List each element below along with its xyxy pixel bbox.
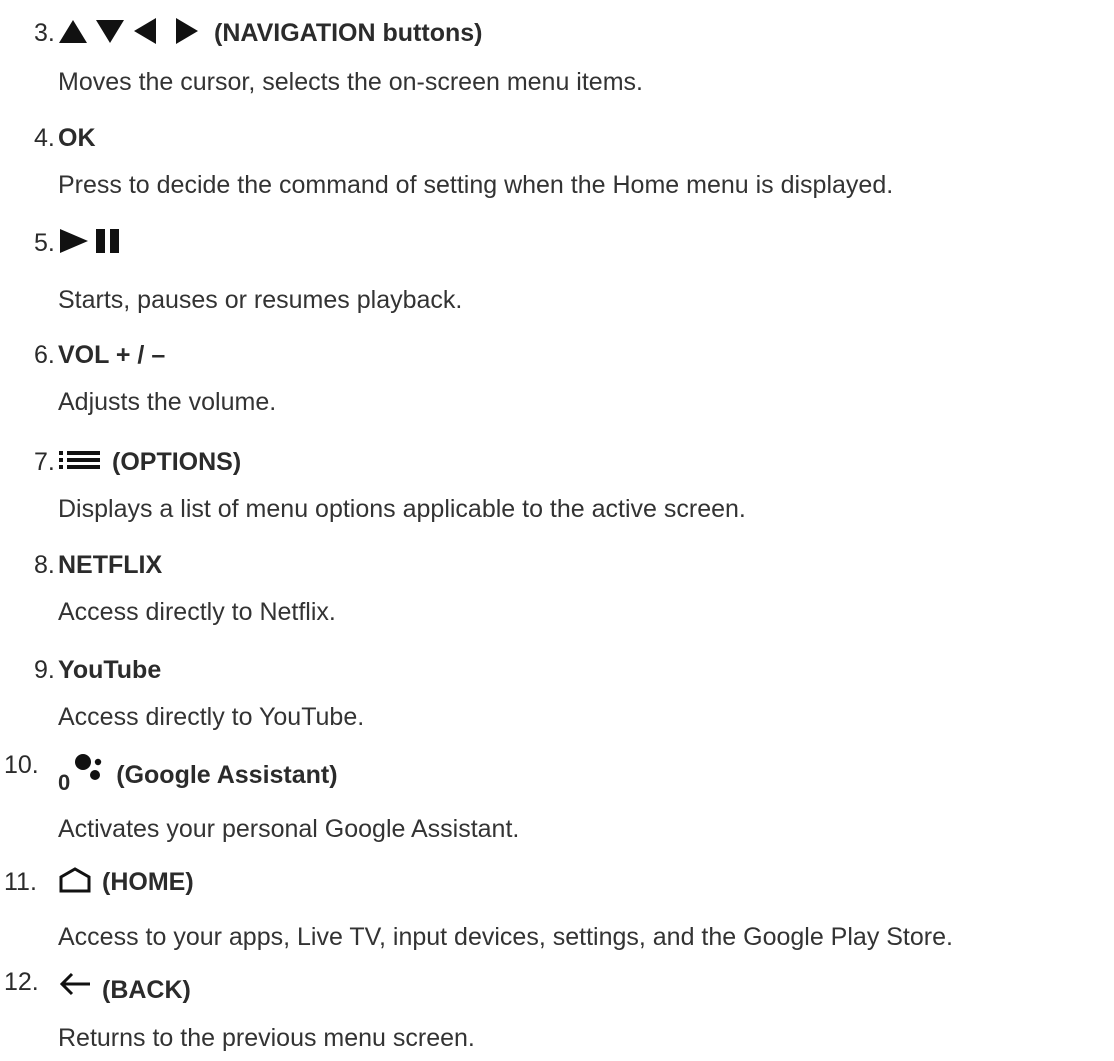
item-label: (NAVIGATION buttons) <box>214 19 483 47</box>
item-number: 5. <box>34 229 55 257</box>
item-label: NETFLIX <box>58 551 163 579</box>
item-number: 12. <box>4 968 39 996</box>
item-description: Access directly to Netflix. <box>58 598 336 626</box>
item-number: 3. <box>34 19 55 47</box>
item-description: Adjusts the volume. <box>58 388 277 416</box>
item-description: Access to your apps, Live TV, input devi… <box>58 923 953 951</box>
item-number: 9. <box>34 656 55 684</box>
item-number: 7. <box>34 448 55 476</box>
item-description: Returns to the previous menu screen. <box>58 1024 475 1052</box>
item-description: Activates your personal Google Assistant… <box>58 815 520 843</box>
item-number: 10. <box>4 751 39 779</box>
google-assistant-icon <box>72 752 106 787</box>
item-description: Displays a list of menu options applicab… <box>58 495 746 523</box>
item-number: 4. <box>34 124 55 152</box>
options-list-icon <box>58 449 102 476</box>
play-pause-icon <box>58 227 130 260</box>
item-label: (BACK) <box>102 976 191 1004</box>
item-label: VOL + / – <box>58 341 166 369</box>
item-prefix: 0 <box>58 770 71 795</box>
item-label: (HOME) <box>102 868 194 896</box>
item-description: Press to decide the command of setting w… <box>58 171 894 199</box>
item-label: (OPTIONS) <box>112 448 242 476</box>
item-label: YouTube <box>58 656 162 684</box>
item-number: 8. <box>34 551 55 579</box>
navigation-arrows-icon <box>58 17 204 50</box>
item-number: 11. <box>4 868 37 896</box>
item-number: 6. <box>34 341 55 369</box>
item-label: OK <box>58 124 96 152</box>
home-icon <box>58 866 92 898</box>
item-label: (Google Assistant) <box>116 761 338 789</box>
item-description: Access directly to YouTube. <box>58 703 365 731</box>
item-description: Moves the cursor, selects the on-screen … <box>58 68 643 96</box>
back-arrow-icon <box>58 972 92 1001</box>
item-description: Starts, pauses or resumes playback. <box>58 286 463 314</box>
